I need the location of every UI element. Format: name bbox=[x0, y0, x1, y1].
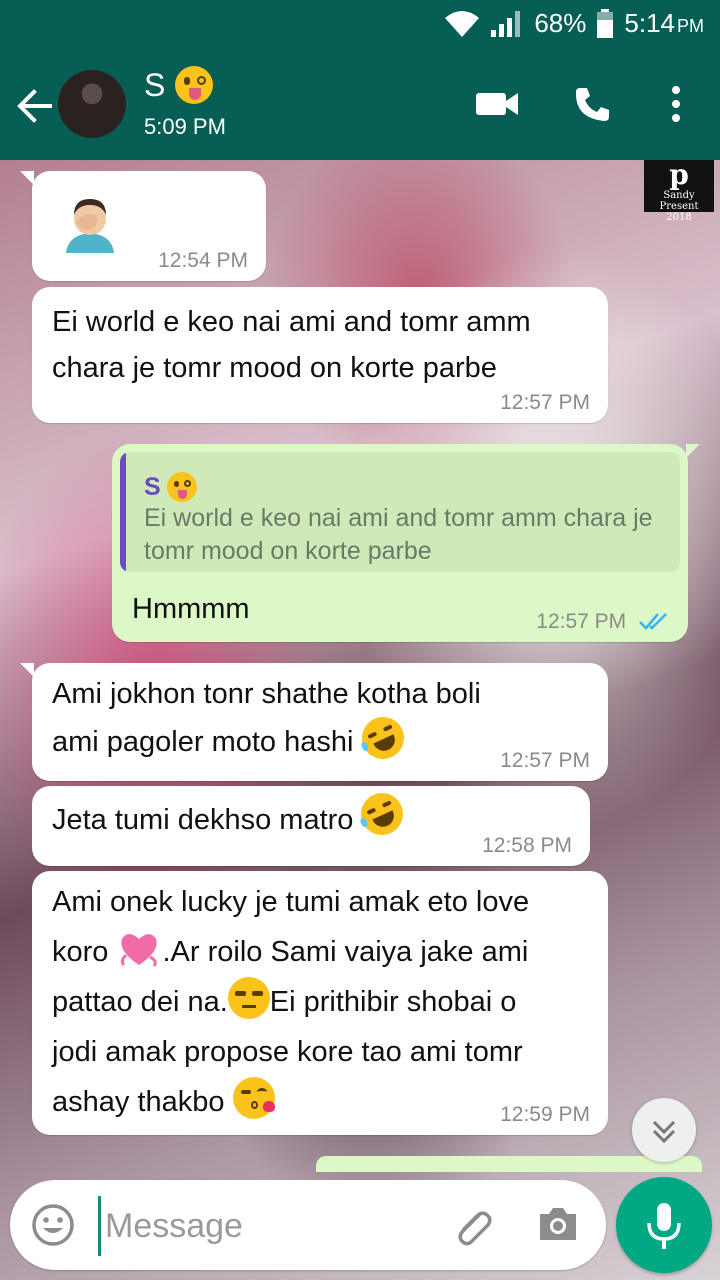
message-bubble-incoming[interactable]: Ami jokhon tonr shathe kotha boli ami pa… bbox=[20, 663, 608, 781]
message-bubble-incoming[interactable]: Ei world e keo nai ami and tomr amm char… bbox=[32, 287, 608, 423]
contact-name[interactable]: S bbox=[144, 66, 214, 104]
watermark-logo: p bbox=[669, 158, 689, 191]
message-time: 12:57 PM bbox=[536, 610, 672, 634]
message-text-line: pattao dei na. bbox=[52, 986, 228, 1018]
message-text-line: ashay thakbo bbox=[52, 1086, 233, 1118]
message-text-line: jodi amak propose kore tao ami tomr bbox=[52, 1036, 523, 1068]
message-time-text: 12:57 PM bbox=[536, 610, 627, 633]
message-composer bbox=[10, 1180, 606, 1270]
message-bubble-incoming[interactable]: Ami onek lucky je tumi amak eto love kor… bbox=[32, 871, 608, 1135]
message-text-line: .Ar roilo Sami vaiya jake ami bbox=[162, 936, 529, 968]
contact-name-text: S bbox=[144, 66, 166, 103]
clock: 5:14 PM bbox=[624, 8, 704, 39]
contact-avatar[interactable] bbox=[58, 70, 126, 138]
rolling-laughing-emoji-icon bbox=[354, 786, 411, 842]
double-check-read-icon bbox=[639, 613, 667, 630]
battery-icon bbox=[597, 8, 614, 38]
quote-accent-bar bbox=[120, 452, 126, 572]
quoted-message[interactable]: S Ei world e keo nai ami and tomr amm ch… bbox=[120, 452, 680, 572]
watermark-text: Sandy Present bbox=[659, 190, 699, 212]
wallpaper-watermark: p Sandy Present 2018 bbox=[644, 158, 714, 223]
quoted-text: Ei world e keo nai ami and tomr amm char… bbox=[144, 504, 653, 565]
winking-tongue-emoji-icon bbox=[166, 472, 197, 502]
chat-header: S 5:09 PM bbox=[0, 50, 720, 160]
voice-call-icon[interactable] bbox=[572, 84, 612, 124]
message-text-line: Ei prithibir shobai o bbox=[269, 986, 517, 1018]
message-time: 12:57 PM bbox=[500, 749, 590, 772]
watermark-year: 2018 bbox=[666, 212, 692, 223]
unamused-face-emoji-icon bbox=[227, 977, 270, 1019]
attach-paperclip-icon[interactable] bbox=[450, 1204, 494, 1248]
battery-percent: 68% bbox=[534, 8, 587, 38]
winking-tongue-emoji-icon bbox=[175, 66, 214, 104]
face-palm-emoji-icon bbox=[62, 193, 118, 253]
bubble-tail bbox=[20, 663, 34, 677]
message-time: 12:58 PM bbox=[482, 834, 572, 857]
clock-ampm: PM bbox=[677, 16, 704, 36]
kissing-heart-emoji-icon bbox=[232, 1077, 275, 1119]
clock-time: 5:14 bbox=[624, 8, 675, 38]
emoji-icon[interactable] bbox=[31, 1203, 75, 1247]
cell-signal-icon bbox=[491, 10, 521, 37]
message-bubble-outgoing[interactable]: S Ei world e keo nai ami and tomr amm ch… bbox=[112, 444, 700, 642]
microphone-icon bbox=[647, 1203, 681, 1249]
sparkling-heart-emoji-icon bbox=[116, 929, 162, 969]
wifi-icon bbox=[445, 10, 480, 37]
status-bar: 68% 5:14 PM bbox=[0, 0, 720, 50]
video-call-icon[interactable] bbox=[474, 84, 520, 124]
message-bubble-incoming[interactable]: 12:54 PM bbox=[20, 171, 266, 281]
voice-message-button[interactable] bbox=[616, 1177, 712, 1273]
message-text-line: Ami onek lucky je tumi amak eto love bbox=[52, 886, 530, 918]
message-text-line: Ami jokhon tonr shathe kotha boli bbox=[52, 678, 481, 710]
back-arrow-icon[interactable] bbox=[14, 86, 54, 126]
double-chevron-down-icon bbox=[652, 1120, 676, 1144]
bubble-tail bbox=[20, 171, 34, 185]
message-bubble-incoming[interactable]: Jeta tumi dekhso matro 12:58 PM bbox=[32, 786, 590, 866]
message-time: 12:54 PM bbox=[158, 249, 248, 272]
message-text: Jeta tumi dekhso matro bbox=[52, 804, 354, 836]
message-text-line: koro bbox=[52, 936, 117, 968]
more-options-icon[interactable] bbox=[664, 84, 688, 124]
rolling-laughing-emoji-icon bbox=[354, 710, 411, 766]
scroll-to-bottom-button[interactable] bbox=[632, 1098, 696, 1162]
message-input[interactable] bbox=[98, 1196, 437, 1256]
message-text-line: ami pagoler moto hashi bbox=[52, 726, 354, 758]
bubble-tail bbox=[686, 444, 700, 458]
last-seen: 5:09 PM bbox=[144, 114, 226, 139]
message-text: Hmmmm bbox=[132, 593, 250, 625]
message-time: 12:59 PM bbox=[500, 1103, 590, 1126]
message-text: Ei world e keo nai ami and tomr amm char… bbox=[52, 306, 531, 384]
camera-icon[interactable] bbox=[536, 1204, 580, 1244]
message-time: 12:57 PM bbox=[500, 391, 590, 414]
